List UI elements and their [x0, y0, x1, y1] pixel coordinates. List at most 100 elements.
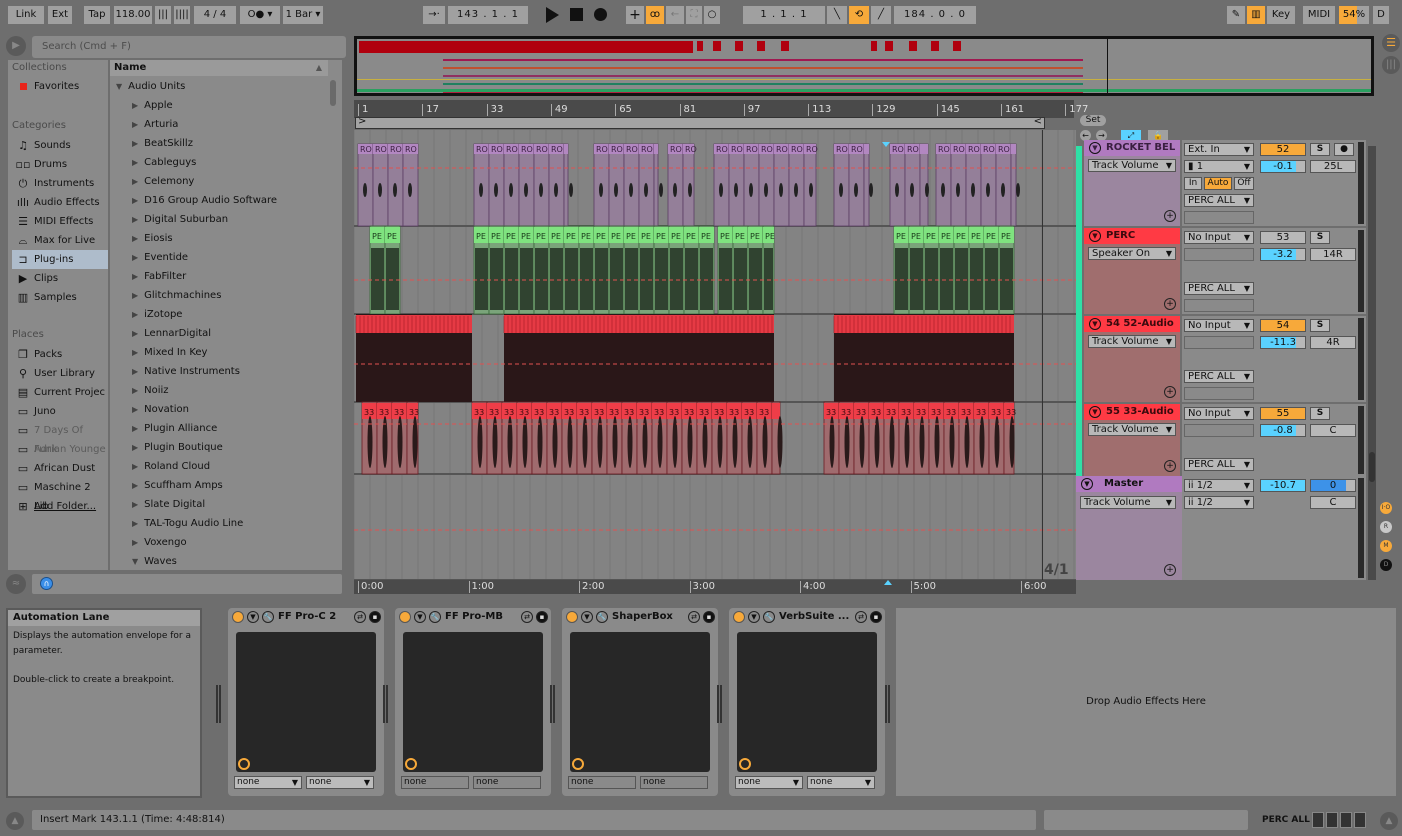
- fold-device-icon[interactable]: ▼: [748, 611, 760, 623]
- loop-end-marker-icon[interactable]: <: [1034, 116, 1042, 127]
- view-toggle-m[interactable]: M: [1380, 540, 1392, 552]
- arrangement-view-icon[interactable]: ☰: [1382, 34, 1400, 52]
- sidebar-item-audio-effects[interactable]: ıllı Audio Effects: [12, 193, 108, 212]
- device-title-bar[interactable]: ▼ 🔧 ShaperBox ⇄ ▪: [562, 608, 718, 626]
- time-signature-field[interactable]: 4 / 4: [194, 6, 236, 24]
- input-channel-chooser[interactable]: [1184, 424, 1254, 437]
- master-track-name[interactable]: ▼ Master: [1076, 476, 1182, 492]
- arrangement-position-field[interactable]: 143 . 1 . 1: [448, 6, 528, 24]
- input-type-chooser[interactable]: No Input ▼: [1184, 407, 1254, 420]
- track-activator-button[interactable]: 54: [1260, 319, 1306, 332]
- capture-icon[interactable]: ⛶: [686, 6, 702, 24]
- place-item-add-folder-[interactable]: ⊞ Add Folder...: [12, 497, 108, 516]
- track-header[interactable]: ▼54 52-Audio 1Track Volume ▼ +: [1084, 316, 1180, 402]
- y-parameter-chooser[interactable]: none ▼: [807, 776, 875, 789]
- master-output-chooser[interactable]: ii 1/2 ▼: [1184, 496, 1254, 509]
- view-toggle-r[interactable]: R: [1380, 521, 1392, 533]
- folder-audio-units[interactable]: ▼ Audio Units: [116, 77, 185, 96]
- input-type-chooser[interactable]: No Input ▼: [1184, 231, 1254, 244]
- pan-field[interactable]: C: [1310, 424, 1356, 437]
- device-title-bar[interactable]: ▼ 🔧 VerbSuite ... ⇄ ▪: [729, 608, 885, 626]
- folder-item[interactable]: ▶ LennarDigital: [132, 324, 211, 343]
- fold-device-icon[interactable]: ▼: [414, 611, 426, 623]
- wrench-icon[interactable]: 🔧: [763, 611, 775, 623]
- sidebar-item-samples[interactable]: ▥ Samples: [12, 288, 108, 307]
- place-item-adrian-younge[interactable]: ▭ Adrian Younge: [12, 440, 108, 459]
- view-slot-2[interactable]: [1326, 812, 1338, 828]
- xy-pad[interactable]: [570, 632, 710, 772]
- volume-field[interactable]: -3.2: [1260, 248, 1306, 261]
- folder-item[interactable]: ▶ Mixed In Key: [132, 343, 207, 362]
- device-resize-handle[interactable]: [216, 685, 221, 723]
- master-volume-field[interactable]: -10.7: [1260, 479, 1306, 492]
- master-track-header[interactable]: ▼ Master Track Volume ▼ +: [1076, 476, 1182, 580]
- folder-item[interactable]: ▶ Slate Digital: [132, 495, 205, 514]
- device-on-toggle[interactable]: [232, 611, 244, 623]
- track-name[interactable]: ▼54 52-Audio 1: [1084, 316, 1180, 345]
- track-activator-button[interactable]: 52: [1260, 143, 1306, 156]
- track-name[interactable]: ▼ ROCKET BEL: [1084, 140, 1180, 156]
- place-item-juno[interactable]: ▭ Juno: [12, 402, 108, 421]
- device-verbsuite-[interactable]: ▼ 🔧 VerbSuite ... ⇄ ▪ none ▼ none ▼: [729, 608, 885, 796]
- master-automation-chooser[interactable]: Track Volume ▼: [1080, 496, 1176, 509]
- fold-icon[interactable]: ▼: [1089, 406, 1101, 418]
- folder-item[interactable]: ▼ Waves: [132, 552, 177, 571]
- folder-item[interactable]: ▶ Eiosis: [132, 229, 173, 248]
- track-header[interactable]: ▼55 33-Audio 1Track Volume ▼ +: [1084, 404, 1180, 476]
- device-on-toggle[interactable]: [399, 611, 411, 623]
- tap-tempo-button[interactable]: Tap: [84, 6, 110, 24]
- view-slot-4[interactable]: [1354, 812, 1366, 828]
- input-channel-chooser[interactable]: ▮ 1 ▼: [1184, 160, 1254, 173]
- xy-handle-icon[interactable]: [238, 758, 250, 770]
- hot-swap-icon[interactable]: ⇄: [855, 611, 867, 623]
- add-lane-icon[interactable]: +: [1164, 460, 1176, 472]
- y-parameter-chooser[interactable]: none: [473, 776, 541, 789]
- input-type-chooser[interactable]: Ext. In ▼: [1184, 143, 1254, 156]
- nudge-up-icon[interactable]: ||||: [174, 6, 190, 24]
- folder-item[interactable]: ▶ Cableguys: [132, 153, 196, 172]
- device-drop-zone[interactable]: Drop Audio Effects Here: [896, 608, 1396, 796]
- device-resize-handle[interactable]: [383, 685, 388, 723]
- midi-map-button[interactable]: MIDI: [1303, 6, 1335, 24]
- input-channel-chooser[interactable]: [1184, 336, 1254, 349]
- folder-item[interactable]: ▶ Digital Suburban: [132, 210, 228, 229]
- folder-item[interactable]: ▶ Novation: [132, 400, 189, 419]
- loop-start-field[interactable]: 1 . 1 . 1: [743, 6, 825, 24]
- sidebar-item-favorites[interactable]: Favorites: [12, 77, 108, 96]
- track-activator-button[interactable]: 53: [1260, 231, 1306, 244]
- arm-button[interactable]: ●: [1334, 143, 1354, 156]
- pan-field[interactable]: 25L: [1310, 160, 1356, 173]
- fold-device-icon[interactable]: ▼: [247, 611, 259, 623]
- x-parameter-chooser[interactable]: none: [568, 776, 636, 789]
- loop-toggle-icon[interactable]: ⟲: [849, 6, 869, 24]
- monitor-off-button[interactable]: Off: [1234, 177, 1254, 190]
- arrangement-view[interactable]: RO RO RO RO RO RO RO RO RO RO RO RO RO RO RO RO RO RO RO RO…: [354, 130, 1076, 580]
- folder-item[interactable]: ▶ D16 Group Audio Software: [132, 191, 277, 210]
- folder-item[interactable]: ▶ BeatSkillz: [132, 134, 193, 153]
- save-preset-icon[interactable]: ▪: [369, 611, 381, 623]
- automation-arm-icon[interactable]: ꝏ: [646, 6, 664, 24]
- arrangement-overview[interactable]: [354, 36, 1374, 96]
- monitor-auto-button[interactable]: Auto: [1204, 177, 1232, 190]
- add-lane-icon[interactable]: +: [1164, 210, 1176, 222]
- place-item-user-library[interactable]: ⚲ User Library: [12, 364, 108, 383]
- sidebar-item-drums[interactable]: ▫▫ Drums: [12, 155, 108, 174]
- add-lane-icon[interactable]: +: [1164, 564, 1176, 576]
- automation-chooser[interactable]: Track Volume ▼: [1088, 159, 1176, 172]
- device-shaperbox[interactable]: ▼ 🔧 ShaperBox ⇄ ▪ none none: [562, 608, 718, 796]
- groove-pool-icon[interactable]: ≈: [6, 574, 26, 594]
- loop-brace[interactable]: > <: [355, 116, 1045, 129]
- automation-chooser[interactable]: Speaker On ▼: [1088, 247, 1176, 260]
- sidebar-item-plug-ins[interactable]: ⊐ Plug-ins: [12, 250, 108, 269]
- master-input-chooser[interactable]: ii 1/2 ▼: [1184, 479, 1254, 492]
- x-parameter-chooser[interactable]: none ▼: [735, 776, 803, 789]
- solo-button[interactable]: S: [1310, 319, 1330, 332]
- toggle-info-view-icon[interactable]: ▲: [6, 812, 24, 830]
- draw-mode-icon[interactable]: ✎: [1227, 6, 1245, 24]
- metronome-button[interactable]: O● ▾: [240, 6, 280, 24]
- wrench-icon[interactable]: 🔧: [262, 611, 274, 623]
- add-lane-icon[interactable]: +: [1164, 386, 1176, 398]
- sidebar-item-midi-effects[interactable]: ☰ MIDI Effects: [12, 212, 108, 231]
- folder-item[interactable]: ▶ Apple: [132, 96, 173, 115]
- view-slot-3[interactable]: [1340, 812, 1352, 828]
